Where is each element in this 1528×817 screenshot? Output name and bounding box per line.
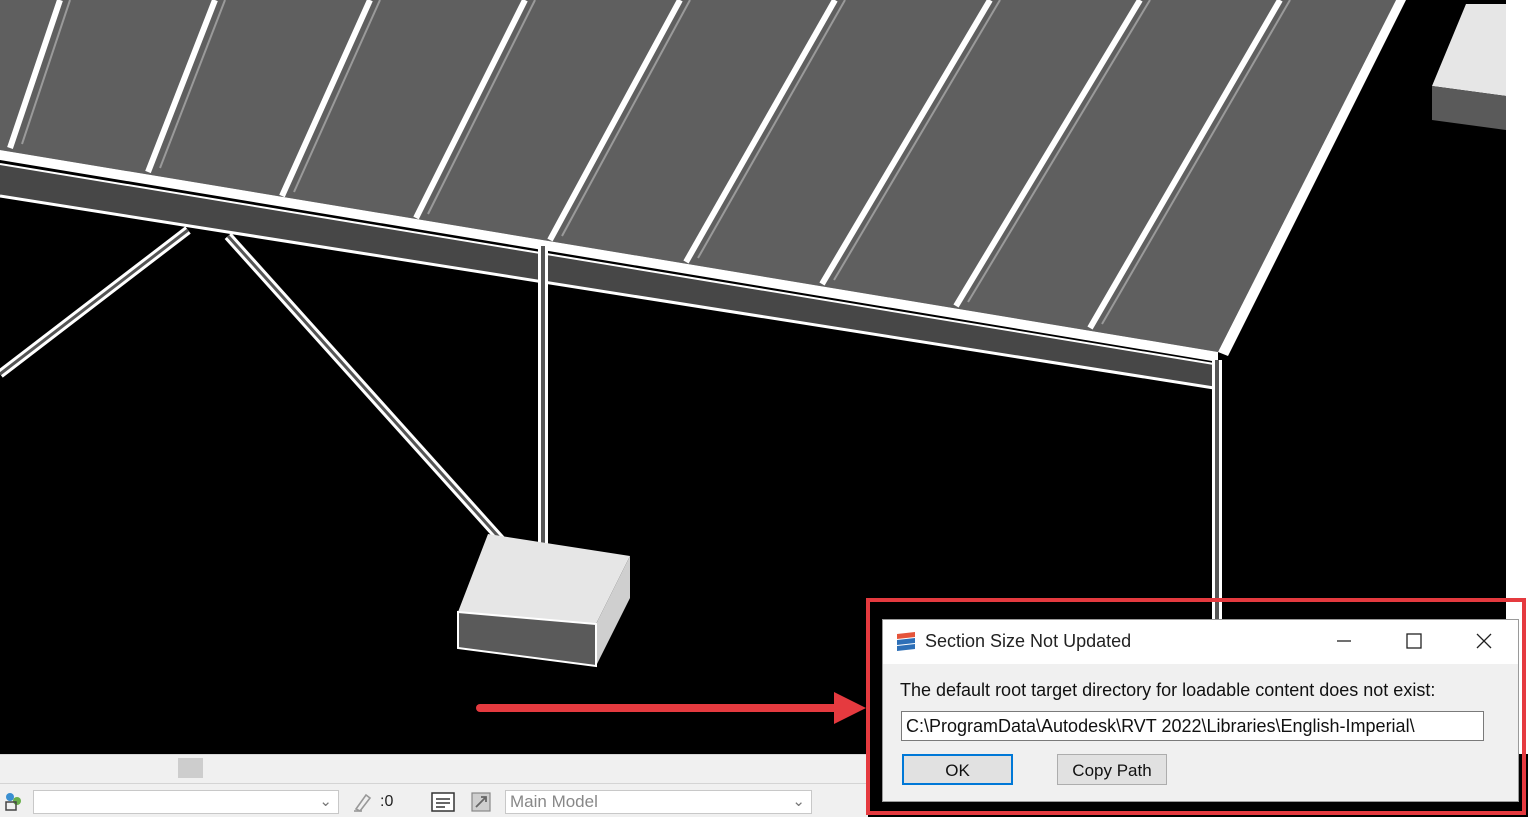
dialog-titlebar[interactable]: Section Size Not Updated — [883, 620, 1518, 664]
horizontal-scrollbar[interactable] — [0, 754, 868, 783]
minimize-icon[interactable] — [1328, 626, 1360, 656]
chevron-down-icon: ⌄ — [792, 793, 805, 810]
footing — [457, 534, 630, 668]
editable-icon[interactable] — [352, 791, 376, 813]
model-icon[interactable] — [431, 791, 455, 813]
dialog-title: Section Size Not Updated — [925, 631, 1132, 651]
maximize-icon[interactable] — [1398, 626, 1430, 656]
editable-count: :0 — [380, 793, 394, 810]
workset-icon[interactable] — [2, 790, 24, 812]
copy-path-button[interactable]: Copy Path — [1057, 754, 1167, 785]
revit-app-icon — [897, 632, 915, 651]
model-value: Main Model — [510, 792, 598, 811]
chevron-down-icon: ⌄ — [319, 793, 332, 810]
workset-combo[interactable]: ⌄ — [33, 790, 339, 814]
scrollbar-thumb[interactable] — [178, 758, 203, 778]
path-field[interactable]: C:\ProgramData\Autodesk\RVT 2022\Librari… — [901, 711, 1484, 741]
section-size-dialog: Section Size Not Updated The default roo… — [882, 619, 1519, 802]
close-icon[interactable] — [1468, 626, 1500, 656]
status-bar: ⌄ :0 Main Model ⌄ — [0, 783, 868, 817]
ok-button[interactable]: OK — [902, 754, 1013, 785]
dialog-message: The default root target directory for lo… — [900, 680, 1436, 700]
filter-icon[interactable] — [470, 791, 494, 813]
model-combo[interactable]: Main Model ⌄ — [505, 790, 812, 814]
